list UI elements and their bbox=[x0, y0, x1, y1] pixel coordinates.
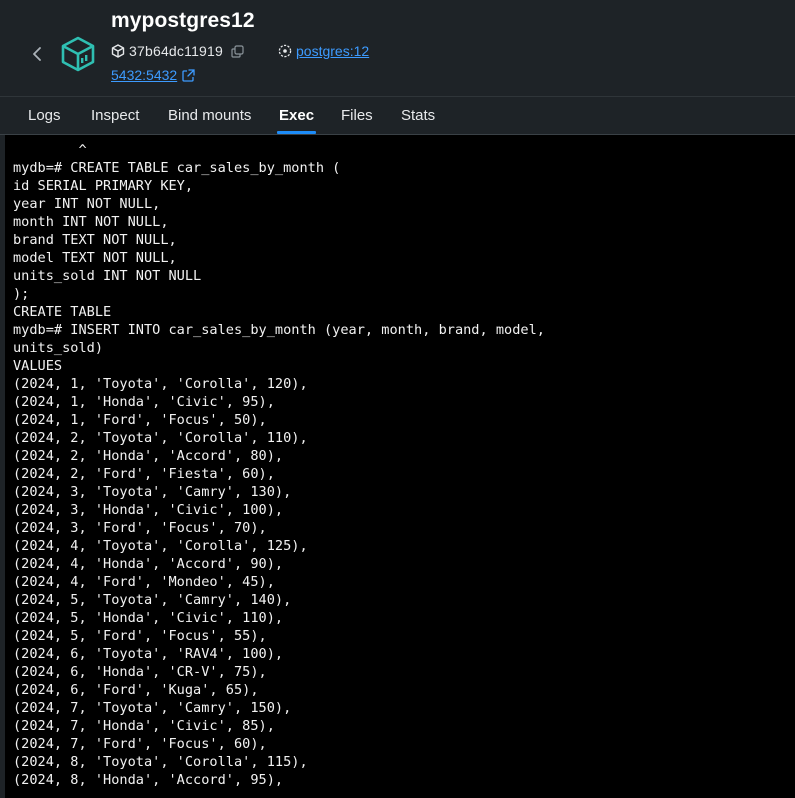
terminal-line: id SERIAL PRIMARY KEY, bbox=[13, 178, 194, 194]
port-row: 5432:5432 bbox=[111, 66, 195, 84]
terminal-line: CREATE TABLE bbox=[13, 304, 112, 320]
terminal-line: (2024, 7, 'Ford', 'Focus', 60), bbox=[13, 736, 267, 752]
terminal-line: mydb=# CREATE TABLE car_sales_by_month ( bbox=[13, 160, 341, 176]
container-header: mypostgres12 37b64dc11919 postgres:12 54… bbox=[0, 0, 795, 97]
terminal-line: (2024, 6, 'Toyota', 'RAV4', 100), bbox=[13, 646, 284, 662]
terminal-line: (2024, 2, 'Ford', 'Fiesta', 60), bbox=[13, 466, 275, 482]
terminal-line: (2024, 8, 'Honda', 'Accord', 95), bbox=[13, 772, 284, 788]
tab-stats[interactable]: Stats bbox=[401, 97, 435, 134]
terminal-line: (2024, 4, 'Ford', 'Mondeo', 45), bbox=[13, 574, 275, 590]
chevron-left-icon bbox=[33, 47, 41, 61]
container-meta: 37b64dc11919 postgres:12 bbox=[111, 42, 369, 60]
terminal-line: VALUES bbox=[13, 358, 63, 374]
tab-logs[interactable]: Logs bbox=[28, 97, 61, 134]
terminal-line: (2024, 5, 'Honda', 'Civic', 110), bbox=[13, 610, 284, 626]
terminal-line: (2024, 4, 'Toyota', 'Corolla', 125), bbox=[13, 538, 308, 554]
tab-bar: Logs Inspect Bind mounts Exec Files Stat… bbox=[0, 97, 795, 135]
terminal-line: ^ bbox=[13, 142, 87, 158]
container-cube-icon bbox=[60, 36, 96, 72]
terminal-line: ); bbox=[13, 286, 30, 302]
terminal-line: year INT NOT NULL, bbox=[13, 196, 161, 212]
terminal-line: units_sold) bbox=[13, 340, 104, 356]
terminal-line: units_sold INT NOT NULL bbox=[13, 268, 202, 284]
container-title: mypostgres12 bbox=[111, 9, 255, 32]
terminal-line: (2024, 3, 'Toyota', 'Camry', 130), bbox=[13, 484, 292, 500]
terminal-line: (2024, 1, 'Honda', 'Civic', 95), bbox=[13, 394, 275, 410]
terminal-line: mydb=# INSERT INTO car_sales_by_month (y… bbox=[13, 322, 545, 338]
tab-bind-mounts[interactable]: Bind mounts bbox=[168, 97, 251, 134]
image-layers-icon bbox=[278, 44, 292, 58]
terminal-line: (2024, 4, 'Honda', 'Accord', 90), bbox=[13, 556, 284, 572]
terminal-line: (2024, 3, 'Ford', 'Focus', 70), bbox=[13, 520, 267, 536]
copy-icon[interactable] bbox=[231, 44, 248, 58]
terminal-line: (2024, 6, 'Ford', 'Kuga', 65), bbox=[13, 682, 259, 698]
terminal-line: (2024, 7, 'Honda', 'Civic', 85), bbox=[13, 718, 275, 734]
terminal-line: model TEXT NOT NULL, bbox=[13, 250, 177, 266]
terminal-line: (2024, 3, 'Honda', 'Civic', 100), bbox=[13, 502, 284, 518]
tab-files[interactable]: Files bbox=[341, 97, 373, 134]
cube-icon bbox=[111, 44, 125, 58]
tab-exec[interactable]: Exec bbox=[276, 97, 317, 134]
port-link[interactable]: 5432:5432 bbox=[111, 67, 177, 83]
terminal-line: (2024, 6, 'Honda', 'CR-V', 75), bbox=[13, 664, 267, 680]
terminal-line: (2024, 1, 'Ford', 'Focus', 50), bbox=[13, 412, 267, 428]
terminal-line: (2024, 8, 'Toyota', 'Corolla', 115), bbox=[13, 754, 308, 770]
container-image: postgres:12 bbox=[278, 43, 369, 59]
terminal-line: (2024, 5, 'Toyota', 'Camry', 140), bbox=[13, 592, 292, 608]
terminal-line: (2024, 7, 'Toyota', 'Camry', 150), bbox=[13, 700, 292, 716]
container-id: 37b64dc11919 bbox=[111, 43, 248, 59]
terminal-output: ^ mydb=# CREATE TABLE car_sales_by_month … bbox=[13, 141, 545, 789]
terminal-line: (2024, 1, 'Toyota', 'Corolla', 120), bbox=[13, 376, 308, 392]
exec-terminal[interactable]: ^ mydb=# CREATE TABLE car_sales_by_month … bbox=[5, 135, 795, 798]
terminal-line: (2024, 2, 'Toyota', 'Corolla', 110), bbox=[13, 430, 308, 446]
container-id-text: 37b64dc11919 bbox=[129, 43, 224, 59]
terminal-line: brand TEXT NOT NULL, bbox=[13, 232, 177, 248]
image-link[interactable]: postgres:12 bbox=[296, 43, 369, 59]
back-button[interactable] bbox=[26, 42, 48, 66]
terminal-line: (2024, 2, 'Honda', 'Accord', 80), bbox=[13, 448, 284, 464]
terminal-line: (2024, 5, 'Ford', 'Focus', 55), bbox=[13, 628, 267, 644]
external-link-icon[interactable] bbox=[182, 68, 195, 82]
terminal-line: month INT NOT NULL, bbox=[13, 214, 169, 230]
tab-inspect[interactable]: Inspect bbox=[91, 97, 139, 134]
